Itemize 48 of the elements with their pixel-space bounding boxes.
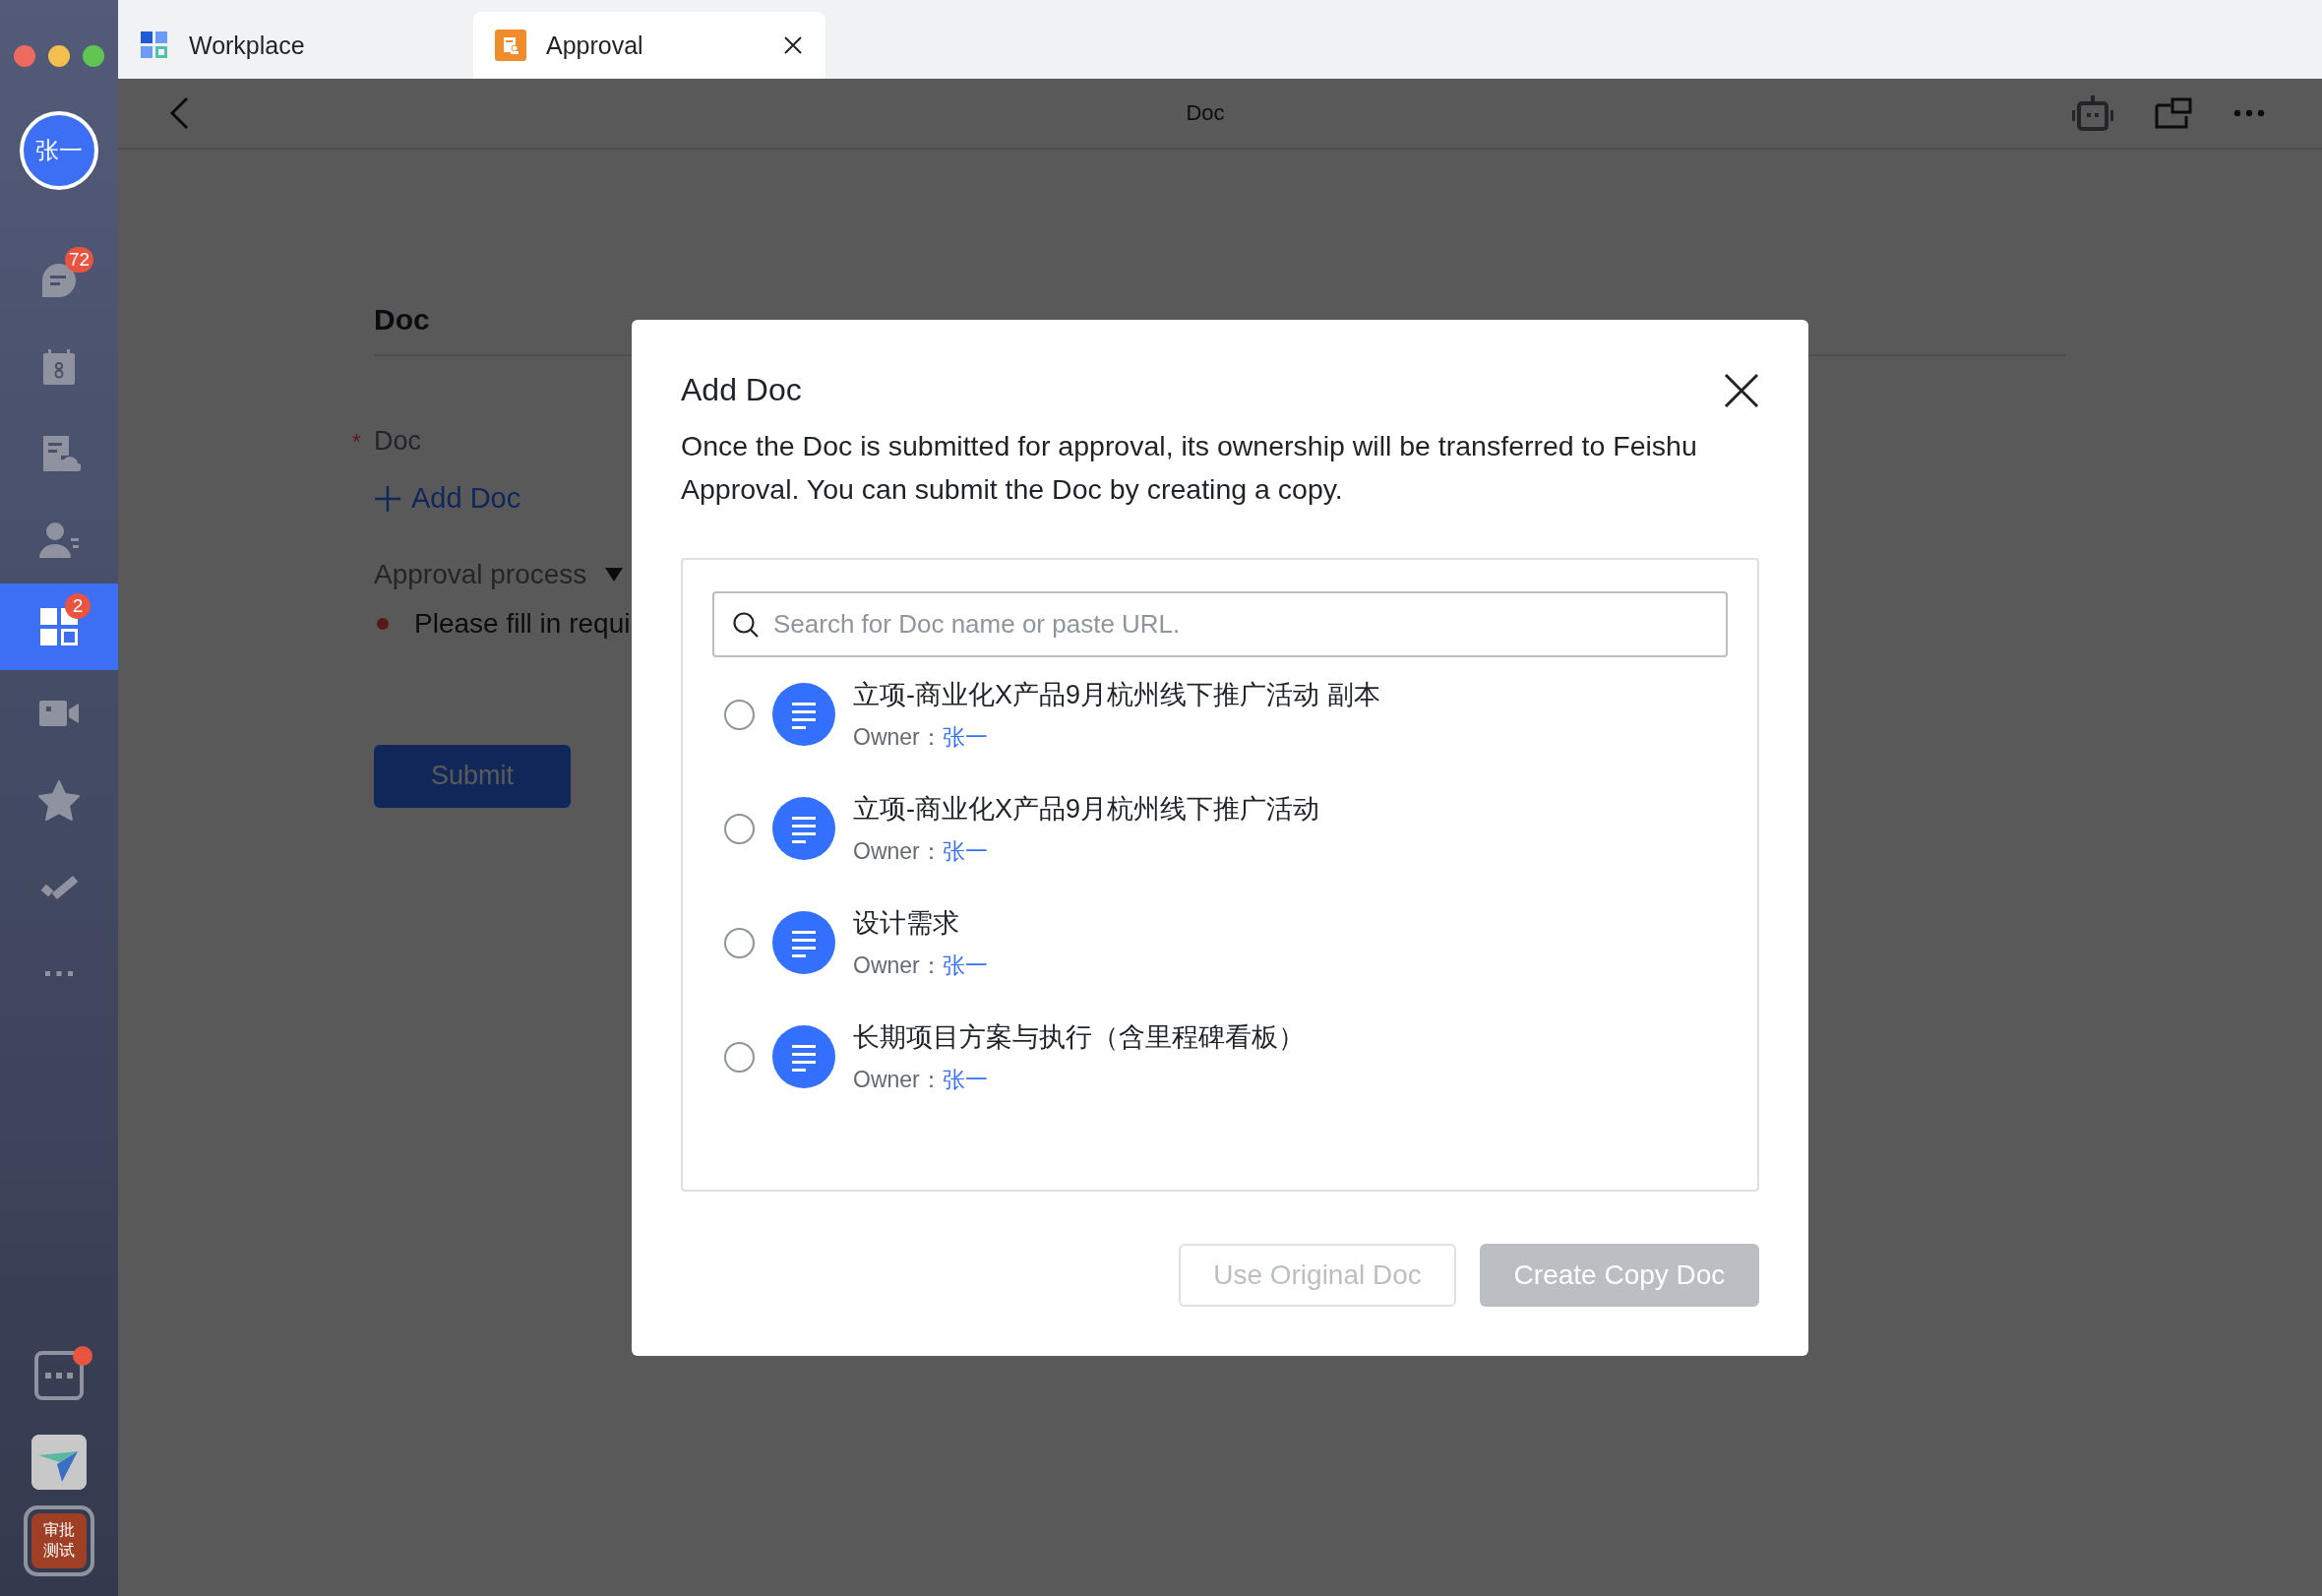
user-avatar[interactable]: 张一 [20, 111, 98, 190]
radio-button[interactable] [724, 1041, 755, 1073]
close-icon[interactable] [1724, 372, 1759, 408]
close-icon[interactable] [782, 34, 804, 56]
app-icon-label[interactable]: 审批测试 [31, 1513, 87, 1568]
close-window-button[interactable] [14, 44, 35, 67]
error-dot [377, 617, 389, 630]
count-badge: 2 [65, 593, 91, 619]
plus-icon [374, 484, 401, 513]
grid-icon [140, 31, 169, 60]
window-icon[interactable] [2155, 97, 2192, 129]
doc-owner: Owner：张一 [853, 951, 988, 980]
radio-button[interactable] [724, 927, 755, 958]
document-icon [772, 911, 835, 974]
doc-owner: Owner：张一 [853, 836, 989, 866]
doc-owner: Owner：张一 [853, 1065, 989, 1094]
doc-owner: Owner：张一 [853, 722, 989, 752]
more-icon [45, 970, 73, 976]
error-message: Please fill in requi [414, 607, 631, 640]
document-icon [772, 683, 835, 746]
dialog-title: Add Doc [681, 372, 802, 408]
minimize-window-button[interactable] [48, 44, 70, 67]
page-title: Doc [1185, 100, 1226, 126]
sidebar-item[interactable]: 2 [0, 583, 118, 670]
approval-app-icon [495, 30, 526, 61]
back-icon[interactable] [167, 95, 191, 131]
window-tab[interactable]: Approval [473, 12, 825, 79]
radio-button[interactable] [724, 699, 755, 730]
document-icon [772, 797, 835, 860]
search-icon [732, 611, 760, 639]
search-field[interactable]: Search for Doc name or paste URL. [712, 591, 1728, 657]
doc-title[interactable]: 设计需求 [853, 904, 988, 941]
sidebar-item[interactable]: 72 [0, 237, 118, 324]
doc-title[interactable]: 立项-商业化X产品9月杭州线下推广活动 [853, 790, 1320, 827]
required-mark: * [352, 428, 362, 455]
count-badge: 72 [65, 247, 94, 273]
window-tab[interactable]: Workplace [118, 12, 470, 79]
doc-title[interactable]: 立项-商业化X产品9月杭州线下推广活动 副本 [853, 676, 1380, 712]
radio-button[interactable] [724, 813, 755, 844]
star-icon [37, 778, 81, 822]
doc-title[interactable]: 长期项目方案与执行（含里程碑看板） [853, 1018, 1305, 1055]
dialog-description: Once the Doc is submitted for approval, its ownership will be transferred to Feishu Approval. You can submit the Doc by creating a copy. [681, 429, 1698, 507]
document-icon [772, 1025, 835, 1088]
zoom-window-button[interactable] [83, 44, 104, 67]
paper-plane-app-icon[interactable] [31, 1435, 87, 1490]
robot-icon[interactable] [2072, 95, 2113, 131]
caret-icon[interactable] [604, 566, 625, 583]
more-icon[interactable] [2233, 109, 2265, 117]
